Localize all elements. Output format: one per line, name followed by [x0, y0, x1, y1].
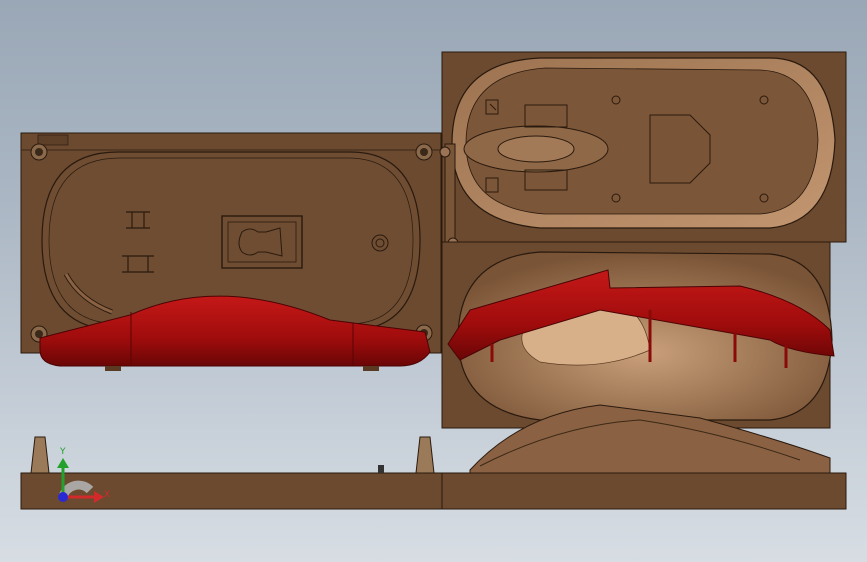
left-mold-plate: [20, 132, 442, 371]
graphics-viewport[interactable]: Y X: [0, 0, 867, 562]
top-right-mold-plate: [441, 51, 847, 243]
x-axis-label: X: [104, 490, 110, 500]
cad-model-view[interactable]: Y X: [0, 0, 867, 562]
base-right: [441, 472, 847, 510]
y-axis-label: Y: [59, 447, 66, 457]
z-axis-dot: [58, 492, 68, 502]
bottom-right-mold-plate: [441, 241, 835, 429]
